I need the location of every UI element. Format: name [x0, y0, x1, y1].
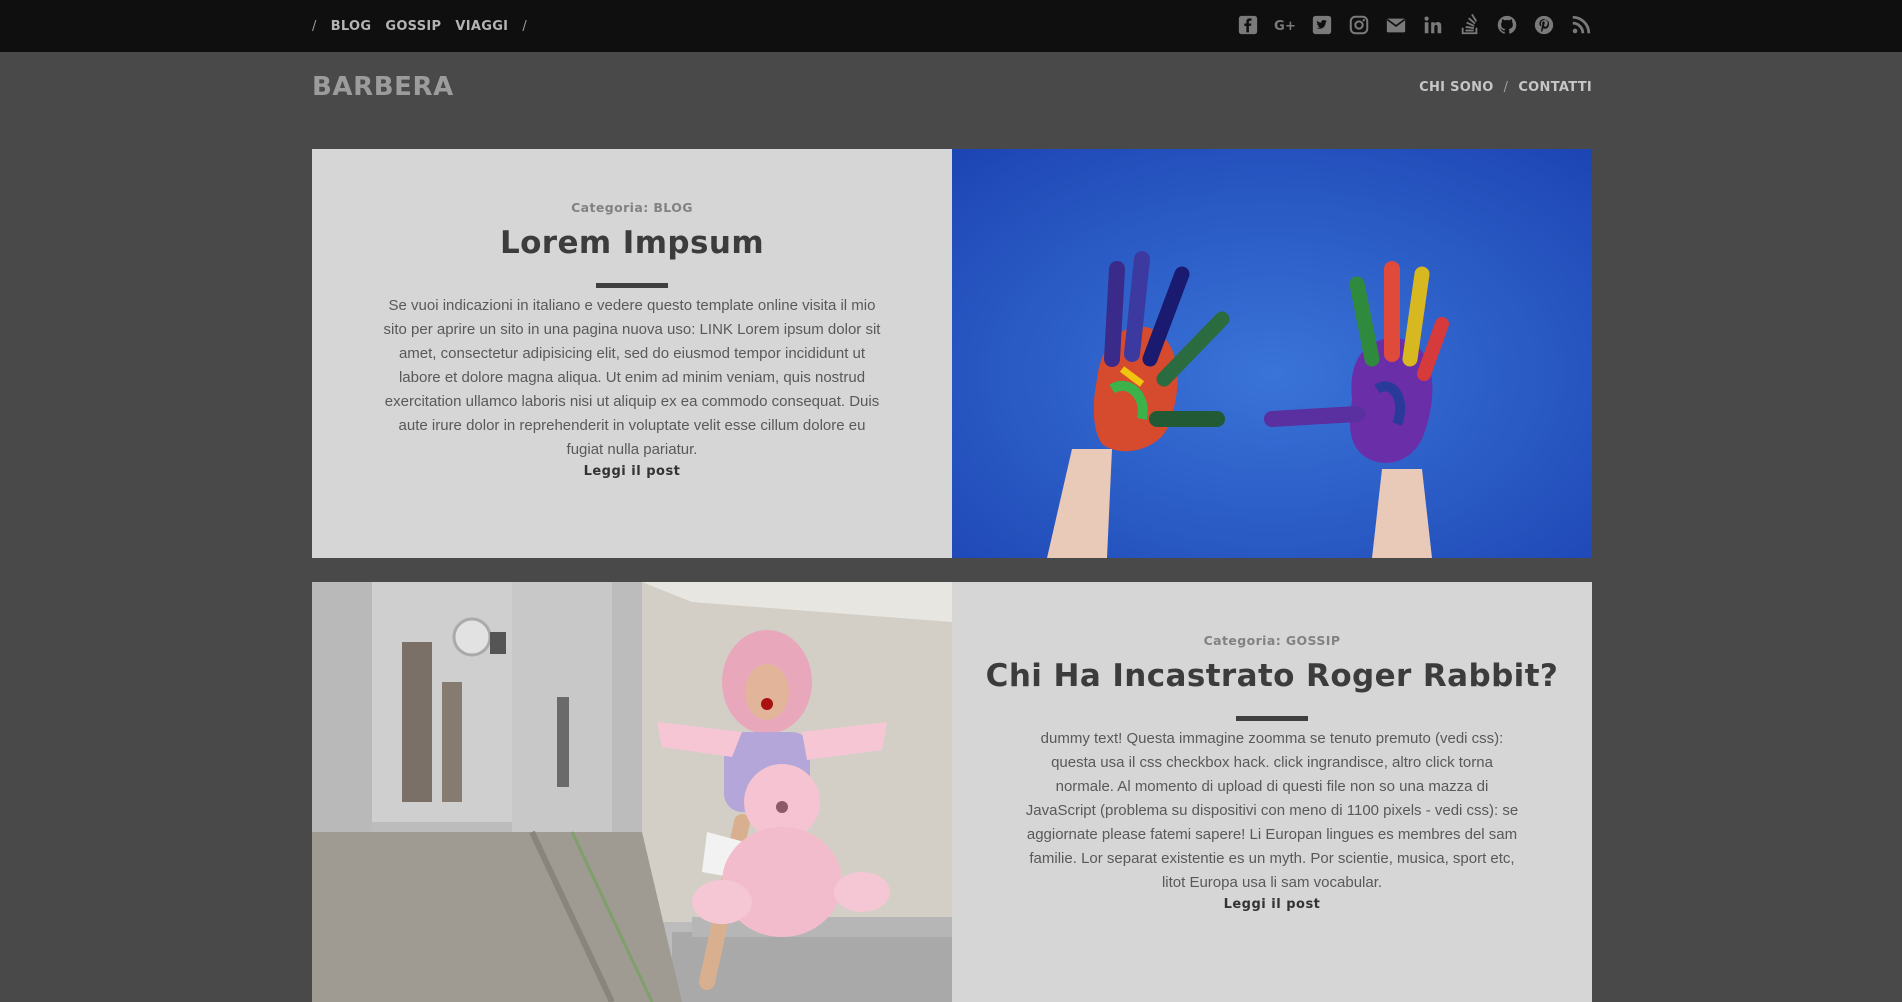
top-nav-viaggi-link[interactable]: VIAGGI — [455, 19, 508, 34]
site-brand[interactable]: BARBERA — [312, 72, 454, 102]
nav-separator: / — [312, 18, 317, 34]
title-divider — [596, 283, 668, 288]
nav-separator: / — [1503, 80, 1509, 95]
nav-contatti-link[interactable]: CONTATTI — [1518, 80, 1592, 95]
top-nav-blog-link[interactable]: BLOG — [331, 19, 372, 34]
pinterest-icon[interactable] — [1532, 14, 1555, 37]
rss-icon[interactable] — [1569, 14, 1592, 37]
twitter-icon[interactable] — [1310, 14, 1333, 37]
post-category[interactable]: Categoria: BLOG — [571, 200, 693, 215]
read-more-link[interactable]: Leggi il post — [584, 464, 681, 479]
top-bar: / BLOG GOSSIP VIAGGI / G+ — [0, 0, 1902, 52]
post-text: Categoria: GOSSIP Chi Ha Incastrato Roge… — [952, 582, 1592, 1002]
social-links: G+ — [1236, 12, 1592, 38]
top-nav: / BLOG GOSSIP VIAGGI / — [312, 17, 527, 35]
post-card: Categoria: GOSSIP Chi Ha Incastrato Roge… — [312, 582, 1592, 1002]
post-excerpt: Se vuoi indicazioni in italiano e vedere… — [383, 297, 881, 458]
github-icon[interactable] — [1495, 14, 1518, 37]
post-category[interactable]: Categoria: GOSSIP — [1204, 633, 1341, 648]
post-text: Categoria: BLOG Lorem Impsum Se vuoi ind… — [312, 149, 952, 558]
post-title[interactable]: Chi Ha Incastrato Roger Rabbit? — [986, 658, 1559, 694]
post-title[interactable]: Lorem Impsum — [500, 225, 764, 261]
post-card: Categoria: BLOG Lorem Impsum Se vuoi ind… — [312, 149, 1592, 558]
mail-icon[interactable] — [1384, 14, 1407, 37]
nav-separator: / — [522, 18, 527, 34]
post-image-woman-with-bunny[interactable] — [312, 582, 952, 1002]
top-nav-gossip-link[interactable]: GOSSIP — [385, 19, 441, 34]
post-excerpt: dummy text! Questa immagine zoomma se te… — [1025, 730, 1519, 891]
stackoverflow-icon[interactable] — [1458, 14, 1481, 37]
facebook-icon[interactable] — [1236, 14, 1259, 37]
title-divider — [1236, 716, 1308, 721]
instagram-icon[interactable] — [1347, 14, 1370, 37]
nav-chi-sono-link[interactable]: CHI SONO — [1419, 80, 1494, 95]
svg-text:G+: G+ — [1274, 19, 1296, 34]
google-plus-icon[interactable]: G+ — [1273, 14, 1296, 37]
read-more-link[interactable]: Leggi il post — [1224, 897, 1321, 912]
linkedin-icon[interactable] — [1421, 14, 1444, 37]
post-image-painted-hands[interactable] — [952, 149, 1592, 558]
main-nav: CHI SONO / CONTATTI — [1419, 80, 1592, 95]
